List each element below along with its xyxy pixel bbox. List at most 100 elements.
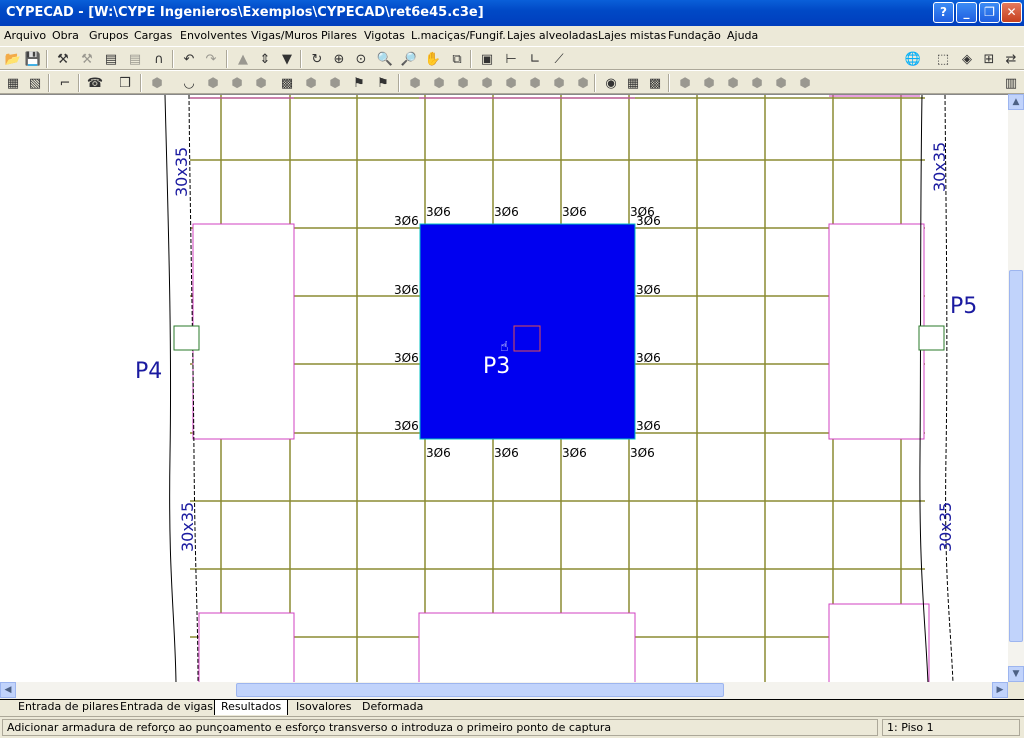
phone-icon[interactable]: ☎ (86, 74, 104, 92)
report-disabled-icon[interactable]: ▤ (126, 50, 144, 68)
menu-vigas-muros[interactable]: Vigas/Muros (251, 29, 318, 42)
zoom-all-icon[interactable]: ⊙ (352, 50, 370, 68)
grid-color-icon[interactable]: ▩ (646, 74, 664, 92)
calculator-icon[interactable]: ▥ (1002, 74, 1020, 92)
magnet-icon[interactable]: ∩ (150, 50, 168, 68)
previous-view-icon[interactable]: ⧉ (448, 50, 466, 68)
floor-updown-icon[interactable]: ⇕ (256, 50, 274, 68)
tool-disabled-icon[interactable]: ⬢ (204, 74, 222, 92)
menu-obra[interactable]: Obra (52, 29, 79, 42)
layers-icon[interactable]: ◈ (958, 50, 976, 68)
scroll-right-icon[interactable]: ▶ (992, 682, 1008, 698)
tab-entrada-de-pilares[interactable]: Entrada de pilares (12, 700, 125, 715)
menu-envolventes[interactable]: Envolventes (180, 29, 247, 42)
tool-disabled-icon[interactable]: ⬢ (748, 74, 766, 92)
save-icon[interactable]: 💾 (24, 50, 42, 68)
undo-icon[interactable]: ↶ (180, 50, 198, 68)
redraw-icon[interactable]: ↻ (308, 50, 326, 68)
zoom-window-icon[interactable]: ⊕ (330, 50, 348, 68)
minimize-button[interactable]: _ (956, 2, 977, 23)
p4-column[interactable] (173, 325, 200, 351)
tool-disabled-icon[interactable]: ⬢ (676, 74, 694, 92)
tool-disabled-icon[interactable]: ⬢ (326, 74, 344, 92)
color-icon[interactable]: ▩ (278, 74, 296, 92)
plan-icon[interactable]: ⊞ (980, 50, 998, 68)
cad-drawing[interactable]: P3 P4 P5 30x35 30x35 30x35 30x35 3Ø6 3Ø6 3… (0, 95, 1008, 682)
tab-deformada[interactable]: Deformada (356, 700, 429, 715)
menu-cargas[interactable]: Cargas (134, 29, 172, 42)
grid-icon[interactable]: ▦ (624, 74, 642, 92)
horizontal-scroll-thumb[interactable] (236, 683, 724, 697)
tool-disabled-icon[interactable]: ⬢ (796, 74, 814, 92)
tool-disabled-icon[interactable]: ⬢ (724, 74, 742, 92)
drawing-canvas[interactable]: P3 P4 P5 30x35 30x35 30x35 30x35 3Ø6 3Ø6 3… (0, 94, 1008, 682)
slab-bottom-middle[interactable] (418, 612, 636, 682)
box-icon[interactable]: ❒ (116, 74, 134, 92)
views-icon[interactable]: ▣ (478, 50, 496, 68)
floor-up-icon[interactable]: ▲ (234, 50, 252, 68)
stairs-icon[interactable]: ⌐ (56, 74, 74, 92)
slab-left[interactable] (192, 223, 295, 440)
tool-disabled-icon[interactable]: ⬢ (406, 74, 424, 92)
menu-lajes-alveoladas[interactable]: Lajes alveoladas (507, 29, 598, 42)
p5-column[interactable] (918, 325, 945, 351)
hammer-icon[interactable]: ⚒ (54, 50, 72, 68)
report-icon[interactable]: ▤ (102, 50, 120, 68)
tool-disabled-icon[interactable]: ⬢ (478, 74, 496, 92)
vertical-scrollbar[interactable]: ▲ ▼ (1008, 94, 1024, 682)
restore-button[interactable]: ❐ (979, 2, 1000, 23)
scroll-down-icon[interactable]: ▼ (1008, 666, 1024, 682)
scroll-left-icon[interactable]: ◀ (0, 682, 16, 698)
reinforce-icon[interactable]: ▧ (26, 74, 44, 92)
3d-view-icon[interactable]: ⬚ (934, 50, 952, 68)
tool-disabled-icon[interactable]: ⬢ (772, 74, 790, 92)
menu-fundacao[interactable]: Fundação (668, 29, 721, 42)
angle-icon[interactable]: ∟ (526, 50, 544, 68)
columns-icon[interactable]: ⚑ (350, 74, 368, 92)
dimension-icon[interactable]: ⊢ (502, 50, 520, 68)
vertical-scroll-thumb[interactable] (1009, 270, 1023, 642)
p3-capital-selected[interactable] (419, 223, 636, 440)
globe-icon[interactable]: 🌐 (904, 50, 922, 68)
redo-icon[interactable]: ↷ (202, 50, 220, 68)
tab-entrada-de-vigas[interactable]: Entrada de vigas (114, 700, 219, 715)
eye-icon[interactable]: ◉ (602, 74, 620, 92)
menu-lajes-macicas[interactable]: L.maciças/Fungif. (411, 29, 506, 42)
help-button[interactable]: ? (933, 2, 954, 23)
tool-disabled-icon[interactable]: ⬢ (430, 74, 448, 92)
tool-disabled-icon[interactable]: ⬢ (454, 74, 472, 92)
tool-disabled-icon[interactable]: ⬢ (574, 74, 592, 92)
columns-edit-icon[interactable]: ⚑ (374, 74, 392, 92)
bowl-icon[interactable]: ◡ (180, 74, 198, 92)
zoom-in-icon[interactable]: 🔍 (376, 50, 394, 68)
floor-down-icon[interactable]: ▼ (278, 50, 296, 68)
menu-lajes-mistas[interactable]: Lajes mistas (598, 29, 666, 42)
tool-disabled-icon[interactable]: ⬢ (700, 74, 718, 92)
menu-vigotas[interactable]: Vigotas (364, 29, 405, 42)
menu-pilares[interactable]: Pilares (321, 29, 357, 42)
tool-disabled-icon[interactable]: ⬢ (228, 74, 246, 92)
tool-disabled-icon[interactable]: ⬢ (502, 74, 520, 92)
tool-disabled-icon[interactable]: ⬢ (550, 74, 568, 92)
tool-disabled-icon[interactable]: ⬢ (148, 74, 166, 92)
open-folder-icon[interactable]: 📂 (4, 50, 22, 68)
tab-resultados[interactable]: Resultados (214, 700, 289, 715)
menu-ajuda[interactable]: Ajuda (727, 29, 758, 42)
menu-grupos[interactable]: Grupos (89, 29, 128, 42)
pan-hand-icon[interactable]: ✋ (424, 50, 442, 68)
slab-bottom-right[interactable] (828, 603, 930, 682)
slab-bottom-left[interactable] (198, 612, 295, 682)
horizontal-scrollbar[interactable]: ◀ ▶ (0, 682, 1008, 699)
menu-arquivo[interactable]: Arquivo (4, 29, 46, 42)
hammer-disabled-icon[interactable]: ⚒ (78, 50, 96, 68)
slab-right[interactable] (828, 223, 925, 440)
export-icon[interactable]: ⇄ (1002, 50, 1020, 68)
calc-icon[interactable]: ▦ (4, 74, 22, 92)
tool-disabled-icon[interactable]: ⬢ (252, 74, 270, 92)
close-button[interactable]: ✕ (1001, 2, 1022, 23)
measure-icon[interactable]: ⟋ (550, 50, 568, 68)
zoom-out-icon[interactable]: 🔎 (400, 50, 418, 68)
tool-disabled-icon[interactable]: ⬢ (302, 74, 320, 92)
tool-disabled-icon[interactable]: ⬢ (526, 74, 544, 92)
scroll-up-icon[interactable]: ▲ (1008, 94, 1024, 110)
